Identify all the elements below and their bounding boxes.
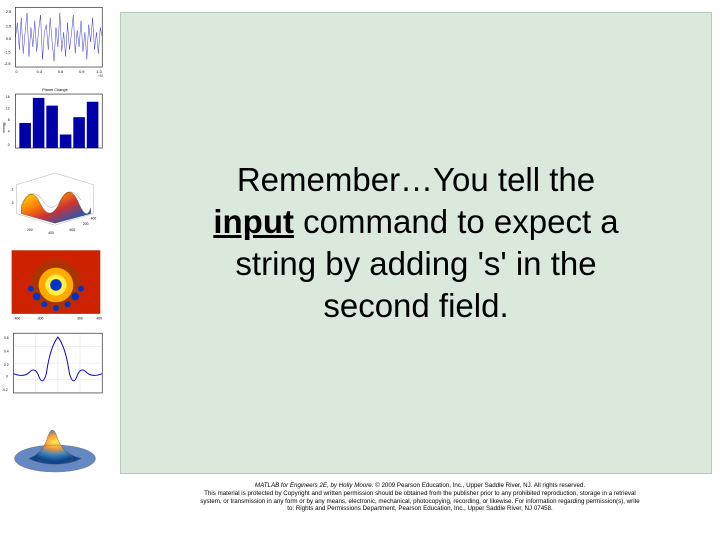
svg-text:12: 12	[6, 106, 10, 110]
sidebar-thumbnails: 2.51.50.5 -1.5-2.5 00.30.60.91.3 x10 Pla…	[0, 0, 110, 540]
svg-text:400: 400	[91, 216, 97, 220]
footer-line2: This material is protected by Copyright …	[204, 490, 636, 497]
svg-text:0: 0	[8, 143, 10, 147]
main-content-box: Remember…You tell the input command to e…	[120, 12, 712, 474]
headline-line3: string by adding 's' in the	[235, 245, 596, 282]
thumb-signal-plot: 2.51.50.5 -1.5-2.5 00.30.60.91.3 x10	[2, 2, 108, 80]
footer-copyright: MATLAB for Engineers 2E, by Holly Moore.…	[125, 482, 715, 513]
svg-text:400: 400	[96, 317, 102, 321]
headline-bold-word: input	[213, 203, 294, 240]
svg-text:-300: -300	[37, 317, 44, 321]
svg-text:x10: x10	[98, 74, 103, 78]
svg-text:8: 8	[8, 118, 10, 122]
headline-line2-rest: command to expect a	[294, 203, 619, 240]
footer-line4: to: Rights and Permissions Department, P…	[287, 505, 553, 512]
footer-book-title: MATLAB for Engineers 2E, by Holly Moore.	[255, 482, 375, 489]
svg-text:16: 16	[6, 95, 10, 99]
slide-headline: Remember…You tell the input command to e…	[195, 159, 636, 328]
svg-text:3: 3	[12, 201, 14, 205]
headline-line4: second field.	[323, 287, 508, 324]
thumb-fractal: -400 -300 300 400	[2, 245, 108, 323]
svg-text:-1.5: -1.5	[4, 51, 11, 55]
svg-text:0: 0	[6, 375, 8, 379]
svg-text:4: 4	[8, 130, 10, 134]
svg-text:300: 300	[77, 317, 83, 321]
svg-text:200: 200	[27, 228, 33, 232]
svg-text:1: 1	[12, 187, 14, 191]
footer-line3: system, or transmission in any form or b…	[200, 498, 640, 505]
svg-text:-0.2: -0.2	[2, 388, 8, 392]
svg-text:0.2: 0.2	[4, 363, 9, 367]
svg-text:1.5: 1.5	[6, 25, 11, 29]
svg-text:400: 400	[48, 231, 54, 235]
thumb-3d-peak	[2, 407, 108, 485]
svg-text:-400: -400	[14, 317, 21, 321]
thumb2-title: Planet Change	[42, 88, 67, 92]
svg-text:0.3: 0.3	[37, 70, 42, 74]
svg-text:0.9: 0.9	[79, 70, 84, 74]
svg-text:2.5: 2.5	[6, 10, 11, 14]
svg-text:0.6: 0.6	[58, 70, 63, 74]
svg-text:0.4: 0.4	[4, 349, 9, 353]
svg-text:0.6: 0.6	[4, 336, 9, 340]
thumb-sinc-plot: 0.6 0.4 0.2 0 -0.2	[2, 326, 108, 404]
thumb-3d-surface: 13 200400600 200400	[2, 164, 108, 242]
svg-text:200: 200	[83, 222, 89, 226]
svg-text:-2.5: -2.5	[4, 62, 11, 66]
headline-line1: Remember…You tell the	[237, 161, 595, 198]
svg-text:0.5: 0.5	[6, 37, 11, 41]
footer-copyright-line: © 2009 Pearson Education, Inc., Upper Sa…	[375, 482, 585, 489]
svg-text:600: 600	[69, 228, 75, 232]
svg-text:energy: energy	[2, 122, 6, 133]
svg-text:0: 0	[15, 70, 17, 74]
thumb-bar-chart: Planet Change 16 12 8 4 0 energy	[2, 83, 108, 161]
